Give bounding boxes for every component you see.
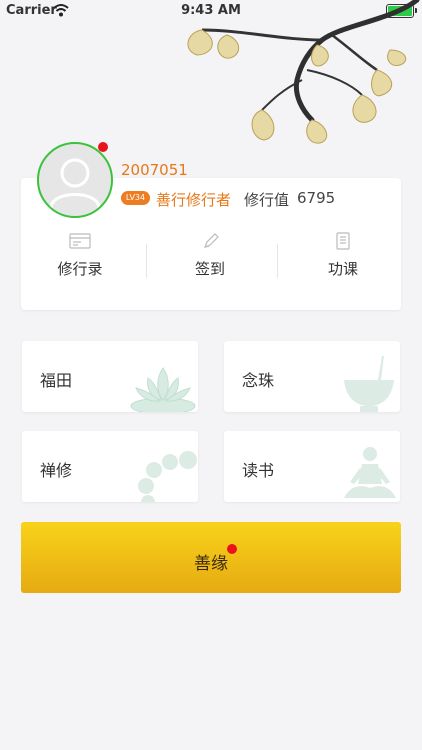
shanyuan-button-label: 善缘	[194, 554, 228, 574]
tile-futian-label: 福田	[40, 371, 73, 390]
record-button[interactable]: 修行录	[17, 232, 143, 282]
check-in-button-label: 签到	[194, 260, 225, 278]
user-title: 善行修行者	[156, 191, 232, 209]
level-badge: LV34	[121, 191, 150, 205]
tile-nianzhu[interactable]: 念珠	[224, 341, 400, 412]
homework-button-label: 功课	[327, 260, 358, 278]
prayer-beads-icon	[138, 451, 197, 502]
check-in-button[interactable]: 签到	[147, 232, 273, 282]
bodhi-branch-illustration	[187, 0, 420, 144]
practice-value-label: 修行值	[244, 191, 290, 209]
notification-dot	[227, 544, 237, 554]
default-user-icon	[49, 158, 101, 209]
tile-dushu-label: 读书	[242, 461, 275, 480]
shanyuan-button[interactable]: 善缘	[21, 522, 401, 593]
user-id: 2007051	[121, 161, 188, 179]
book-icon	[336, 232, 350, 250]
homework-button[interactable]: 功课	[280, 232, 406, 282]
tile-chanxiu-label: 禅修	[40, 461, 73, 480]
tile-chanxiu[interactable]: 禅修	[22, 431, 198, 502]
lotus-icon	[130, 367, 196, 412]
tile-dushu[interactable]: 读书	[224, 431, 400, 502]
practice-value: 6795	[297, 189, 336, 207]
notification-dot	[98, 142, 108, 152]
tile-futian[interactable]: 福田	[22, 341, 198, 412]
meditation-figure-icon	[344, 447, 396, 498]
avatar[interactable]	[37, 142, 113, 218]
tile-nianzhu-label: 念珠	[242, 371, 275, 390]
pencil-icon	[203, 233, 219, 249]
record-button-label: 修行录	[57, 260, 103, 278]
action-divider	[277, 244, 278, 278]
incense-bowl-icon	[344, 356, 394, 412]
record-card-icon	[69, 233, 91, 249]
